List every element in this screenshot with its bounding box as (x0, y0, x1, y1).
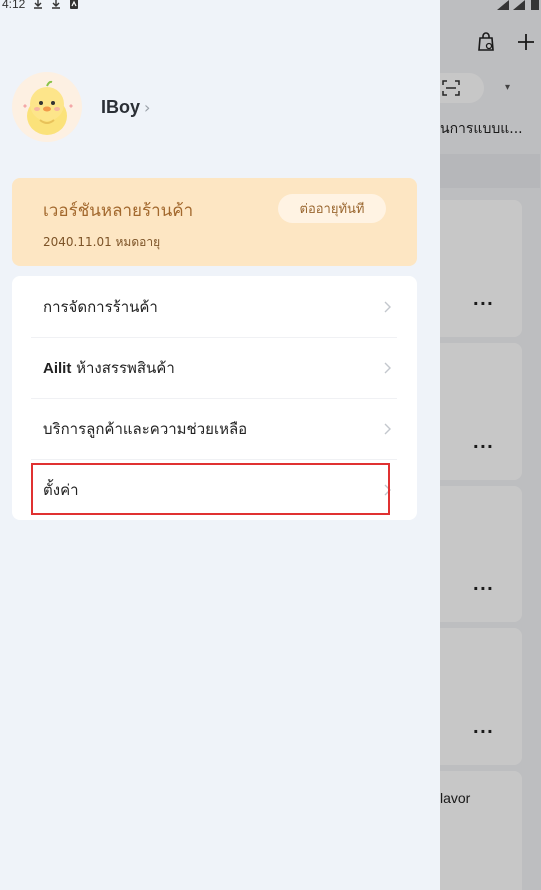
notification-icon (70, 0, 79, 9)
status-bar: 4:12 (2, 0, 79, 11)
membership-card: เวอร์ชันหลายร้านค้า 2040.11.01 หมดอายุ ต… (12, 178, 417, 266)
avatar[interactable] (12, 72, 82, 142)
menu-item-label: บริการลูกค้าและความช่วยเหลือ (43, 420, 248, 438)
settings-highlight-box (31, 463, 390, 515)
status-time: 4:12 (2, 0, 26, 11)
username[interactable]: IBoy (101, 97, 140, 118)
chevron-right-icon (384, 362, 391, 374)
membership-expire: 2040.11.01 หมดอายุ (43, 235, 161, 249)
menu-item-label: การจัดการร้านค้า (43, 297, 158, 316)
renew-button[interactable]: ต่ออายุทันที (278, 194, 386, 223)
side-drawer: 4:12 IBoy › เวอร์ชันหลายร้านค้า 2040.11.… (0, 0, 440, 890)
download-icon (52, 0, 61, 9)
mall-label: ห้างสรรพสินค้า (71, 359, 175, 377)
download-icon (34, 0, 43, 9)
menu-item-mall[interactable]: Ailit ห้างสรรพสินค้า (31, 337, 397, 398)
drawer-scrim[interactable] (440, 0, 541, 890)
menu-item-label: Ailit ห้างสรรพสินค้า (43, 356, 175, 380)
chevron-right-icon (384, 301, 391, 312)
profile-header[interactable]: IBoy › (12, 72, 150, 142)
menu-item-customer-service[interactable]: บริการลูกค้าและความช่วยเหลือ (31, 398, 397, 459)
chick-avatar-icon (23, 80, 73, 135)
chevron-right-icon: › (144, 97, 151, 117)
membership-title: เวอร์ชันหลายร้านค้า (43, 201, 194, 221)
menu-item-store-management[interactable]: การจัดการร้านค้า (31, 276, 397, 337)
chevron-right-icon (384, 423, 391, 435)
mall-brand: Ailit (43, 360, 72, 377)
